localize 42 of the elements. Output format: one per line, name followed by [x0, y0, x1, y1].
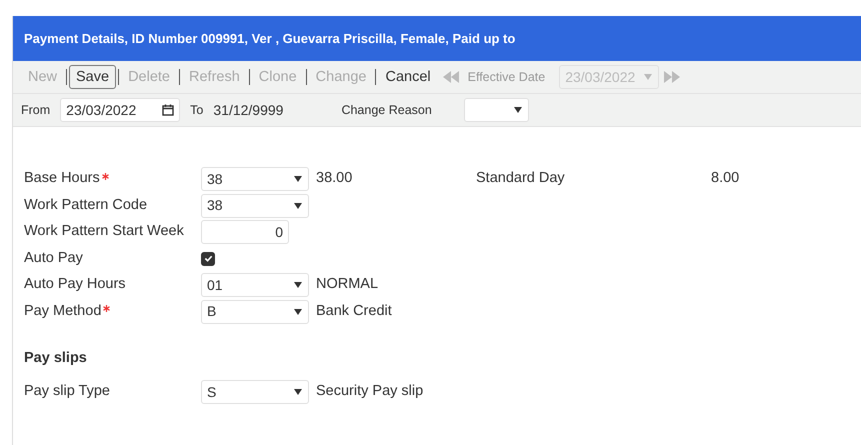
field-label: Base Hours — [24, 169, 100, 188]
calendar-icon[interactable] — [162, 104, 174, 116]
from-date-field[interactable]: 23/03/2022 — [60, 98, 180, 122]
field-label: Work Pattern Start Week — [24, 222, 184, 242]
next-icon[interactable] — [663, 70, 682, 84]
toolbar-button[interactable]: Save — [69, 65, 116, 89]
date-label: Effective Date — [468, 68, 546, 86]
to-date: 31/12/9999 — [213, 100, 284, 120]
select-field[interactable]: B — [201, 300, 309, 324]
from-label: From — [21, 102, 50, 119]
change-reason-select[interactable] — [464, 98, 529, 122]
field-label: Pay Method — [24, 302, 102, 321]
field-label: Standard Day — [476, 169, 566, 188]
field-label: Auto Pay — [24, 248, 83, 268]
field-value: Bank Credit — [316, 302, 392, 321]
select-field[interactable]: S — [201, 380, 309, 404]
change-reason-label: Change Reason — [341, 102, 432, 119]
caret-icon — [512, 107, 523, 113]
field-label: Work Pattern Code — [24, 196, 148, 215]
field-value: NORMAL — [316, 275, 378, 294]
caret-icon — [643, 74, 654, 80]
select-field[interactable]: 38 — [201, 194, 309, 218]
caret-icon — [293, 202, 303, 209]
caret-icon — [293, 308, 303, 315]
field-value: 38.00 — [316, 169, 354, 188]
previous-icon[interactable] — [442, 70, 460, 84]
section-heading: Pay slips — [24, 349, 88, 368]
checkbox[interactable] — [201, 252, 215, 266]
caret-icon — [293, 282, 303, 288]
field-value: Security Pay slip — [316, 382, 424, 402]
window-title: Payment Details, ID Number 009991, Ver , Guevarra Priscilla, Female, Paid up to — [13, 16, 861, 61]
number-field[interactable]: 0 — [201, 220, 289, 244]
field-label: Pay slip Type — [24, 382, 110, 402]
select-field[interactable]: 38 — [201, 167, 309, 192]
toolbar-button[interactable]: Cancel — [378, 65, 438, 89]
caret-icon — [293, 176, 303, 182]
check-icon — [204, 254, 212, 264]
select-field[interactable]: 01 — [201, 273, 309, 298]
field-label: Auto Pay Hours — [24, 275, 126, 294]
field-value: 8.00 — [711, 169, 740, 188]
to-label: To — [190, 102, 204, 119]
caret-icon — [293, 389, 303, 395]
